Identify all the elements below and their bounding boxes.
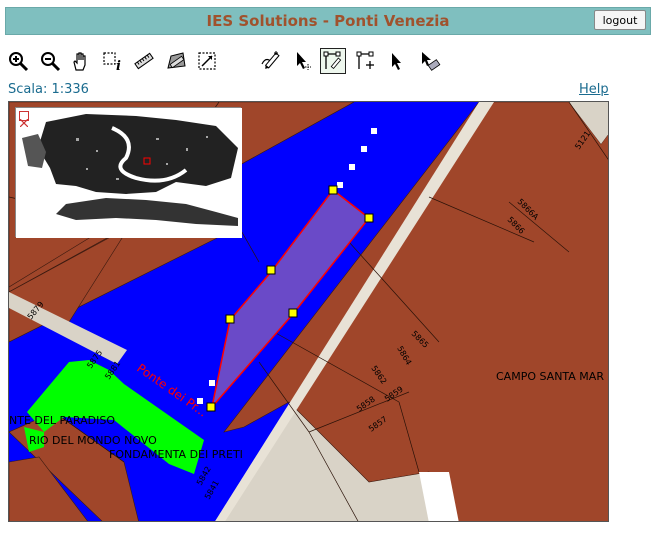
app-title: IES Solutions - Ponti Venezia: [206, 12, 450, 30]
add-vertex-icon[interactable]: [353, 48, 379, 74]
select-move-icon[interactable]: [291, 48, 317, 74]
label-fondamenta-preti: FONDAMENTA DEI PRETI: [109, 448, 243, 461]
map-toolbar: i: [0, 44, 655, 78]
draw-polygon-icon[interactable]: [320, 48, 346, 74]
erase-select-icon[interactable]: [417, 48, 443, 74]
svg-text:i: i: [116, 59, 121, 72]
help-link[interactable]: Help: [579, 82, 609, 97]
identify-info-icon[interactable]: i: [100, 48, 126, 74]
overview-map[interactable]: [15, 107, 242, 238]
app-header: IES Solutions - Ponti Venezia logout: [5, 7, 651, 35]
overview-close-icon[interactable]: [19, 111, 29, 128]
label-paradiso: NTE DEL PARADISO: [9, 414, 115, 427]
map-scale: Scala: 1:336: [8, 82, 89, 97]
label-rio-mondo-novo: RIO DEL MONDO NOVO: [29, 434, 157, 447]
pan-hand-icon[interactable]: [68, 48, 94, 74]
edit-pencil-icon[interactable]: [257, 48, 283, 74]
measure-area-icon[interactable]: [163, 48, 189, 74]
logout-button[interactable]: logout: [594, 10, 646, 30]
zoom-in-icon[interactable]: [5, 48, 31, 74]
zoom-out-icon[interactable]: [37, 48, 63, 74]
select-arrow-icon[interactable]: [384, 48, 410, 74]
zoom-box-icon[interactable]: [194, 48, 220, 74]
measure-ruler-icon[interactable]: [131, 48, 157, 74]
label-campo-santa-mar: CAMPO SANTA MAR: [496, 370, 604, 383]
